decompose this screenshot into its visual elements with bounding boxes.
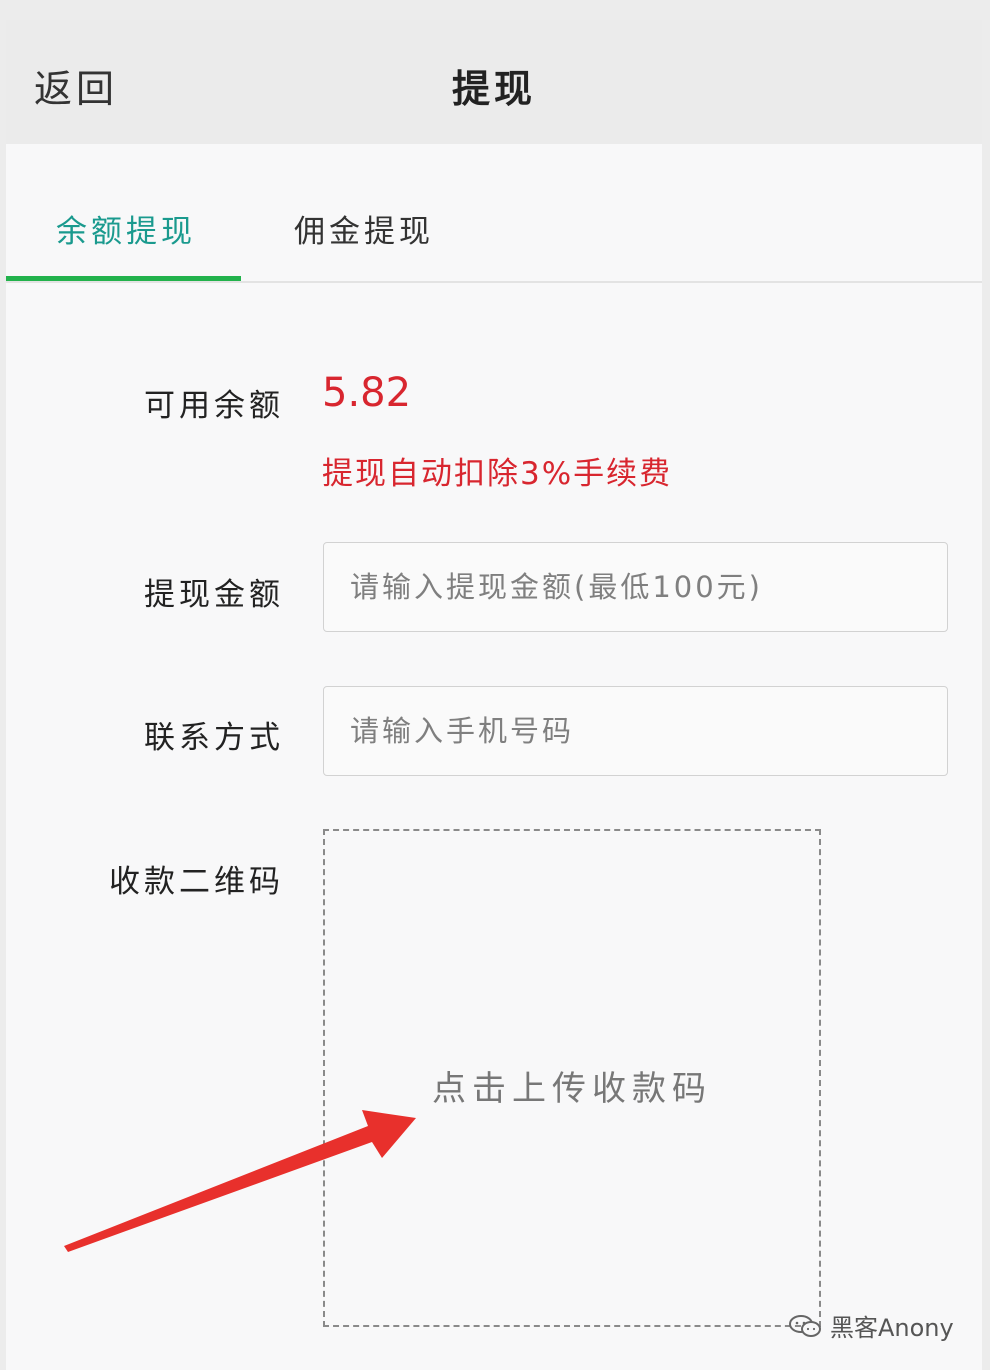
- qrcode-label: 收款二维码: [109, 864, 284, 900]
- contact-field: [323, 686, 948, 776]
- contact-label: 联系方式: [144, 720, 284, 756]
- amount-field: [323, 542, 948, 632]
- phone-input[interactable]: [324, 687, 947, 775]
- top-bar: 返回 提现: [6, 20, 982, 144]
- active-tab-indicator: [6, 276, 241, 281]
- amount-label: 提现金额: [144, 577, 284, 613]
- tab-bar: 余额提现 佣金提现: [6, 144, 982, 283]
- fee-notice: 提现自动扣除3%手续费: [322, 456, 673, 492]
- watermark-text: 黑客Anony: [830, 1314, 954, 1342]
- tab-balance-withdraw[interactable]: 余额提现: [56, 206, 196, 251]
- qrcode-upload-area[interactable]: 点击上传收款码: [323, 829, 821, 1327]
- upload-prompt: 点击上传收款码: [432, 1069, 712, 1109]
- wechat-icon: [788, 1314, 822, 1338]
- watermark: 黑客Anony: [788, 1308, 954, 1343]
- page-title: 提现: [451, 67, 536, 111]
- balance-label: 可用余额: [144, 388, 284, 424]
- balance-value: 5.82: [322, 370, 412, 416]
- amount-input[interactable]: [324, 543, 947, 631]
- tab-commission-withdraw[interactable]: 佣金提现: [294, 206, 434, 251]
- app-frame: 返回 提现 余额提现 佣金提现 可用余额 5.82 提现自动扣除3%手续费 提现…: [6, 20, 982, 1370]
